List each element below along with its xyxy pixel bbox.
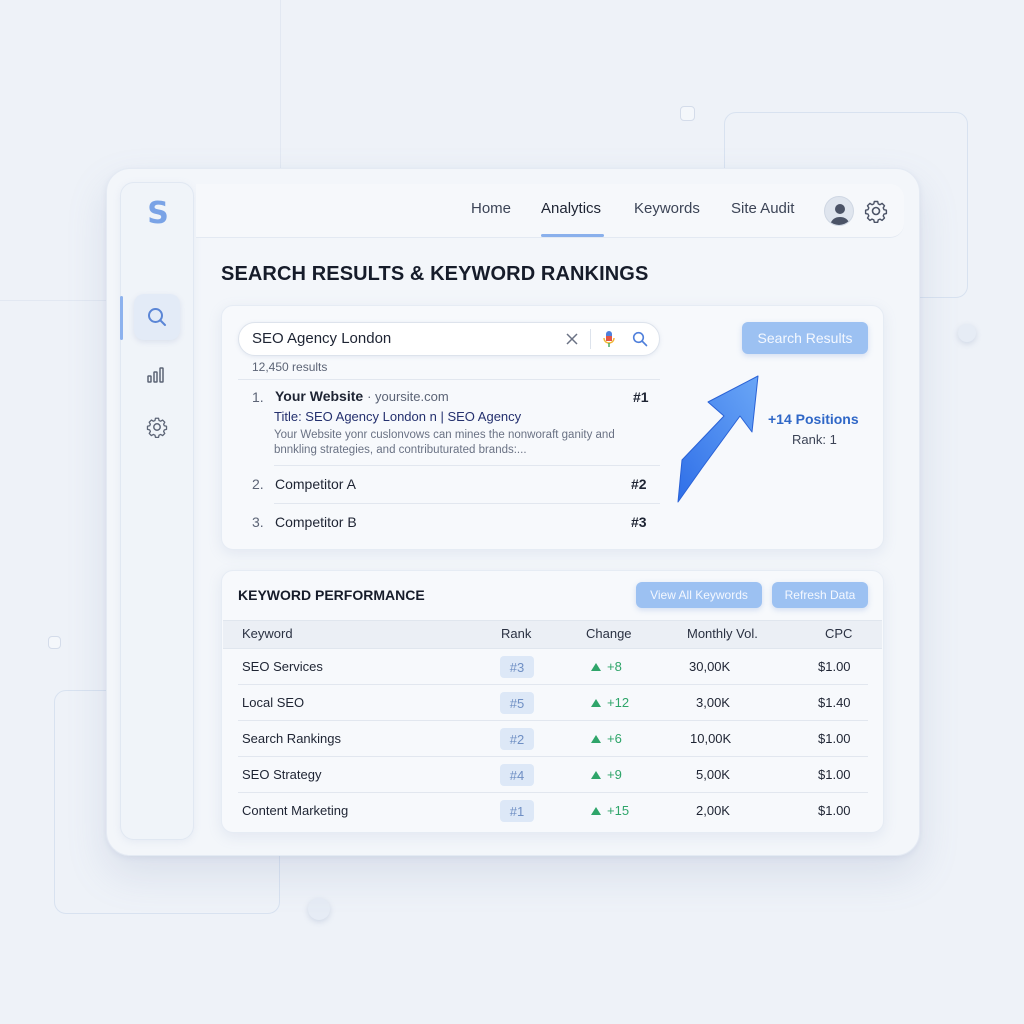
volume-cell: 30,00K bbox=[689, 659, 731, 674]
change-cell: +8 bbox=[591, 659, 622, 674]
result-rank: #2 bbox=[631, 476, 647, 492]
nav-home[interactable]: Home bbox=[471, 200, 511, 217]
result-meta-title: Title: SEO Agency London n | SEO Agency bbox=[274, 409, 522, 424]
background-square bbox=[48, 636, 61, 649]
column-header-monthly-volume: Monthly Vol. bbox=[687, 626, 758, 641]
sidebar-item-settings[interactable] bbox=[134, 404, 180, 450]
rank-badge: #5 bbox=[500, 692, 534, 714]
result-title[interactable]: Competitor A bbox=[275, 476, 356, 492]
result-number: 3. bbox=[252, 514, 264, 530]
cpc-cell: $1.00 bbox=[818, 767, 851, 782]
page-title: SEARCH RESULTS & KEYWORD RANKINGS bbox=[221, 263, 649, 285]
results-count: 12,450 results bbox=[252, 360, 328, 374]
change-value: +8 bbox=[607, 659, 622, 674]
change-value: +6 bbox=[607, 731, 622, 746]
keyword-cell[interactable]: Search Rankings bbox=[242, 731, 341, 746]
table-row-divider bbox=[238, 792, 868, 793]
column-header-keyword: Keyword bbox=[242, 626, 293, 641]
search-icon[interactable] bbox=[632, 331, 648, 347]
volume-cell: 2,00K bbox=[696, 803, 730, 818]
change-value: +12 bbox=[607, 695, 630, 710]
divider bbox=[274, 465, 660, 466]
rank-badge: #2 bbox=[500, 728, 534, 750]
background-line bbox=[280, 0, 281, 170]
column-header-cpc: CPC bbox=[825, 626, 853, 641]
cpc-cell: $1.00 bbox=[818, 803, 851, 818]
refresh-data-button[interactable]: Refresh Data bbox=[772, 582, 868, 608]
keyword-performance-card bbox=[221, 570, 884, 833]
current-rank: Rank: 1 bbox=[792, 432, 837, 447]
result-rank: #3 bbox=[631, 514, 647, 530]
nav-analytics[interactable]: Analytics bbox=[541, 200, 601, 217]
change-cell: +12 bbox=[591, 695, 629, 710]
background-square bbox=[680, 106, 695, 121]
search-query: SEO Agency London bbox=[252, 330, 392, 347]
change-value: +15 bbox=[607, 803, 630, 818]
volume-cell: 3,00K bbox=[696, 695, 730, 710]
column-header-rank: Rank bbox=[501, 626, 532, 641]
gear-icon bbox=[146, 417, 168, 438]
background-dot bbox=[308, 898, 330, 920]
sidebar-item-search[interactable] bbox=[134, 294, 180, 340]
view-all-keywords-button[interactable]: View All Keywords bbox=[636, 582, 762, 608]
search-bar-separator bbox=[590, 329, 591, 349]
change-cell: +15 bbox=[591, 803, 629, 818]
keyword-cell[interactable]: Content Marketing bbox=[242, 803, 348, 818]
nav-site-audit[interactable]: Site Audit bbox=[731, 200, 794, 217]
result-title[interactable]: Competitor B bbox=[275, 514, 357, 530]
change-value: +9 bbox=[607, 767, 622, 782]
rank-badge: #4 bbox=[500, 764, 534, 786]
divider bbox=[274, 503, 660, 504]
search-icon bbox=[148, 308, 166, 326]
result-number: 2. bbox=[252, 476, 264, 492]
column-header-change: Change bbox=[586, 626, 632, 641]
rank-badge: #3 bbox=[500, 656, 534, 678]
change-cell: +6 bbox=[591, 731, 622, 746]
background-dot bbox=[958, 324, 976, 342]
bar-chart-icon bbox=[147, 367, 164, 383]
trend-arrow-icon bbox=[677, 375, 759, 503]
up-arrow-icon bbox=[591, 734, 601, 743]
keyword-cell[interactable]: SEO Services bbox=[242, 659, 323, 674]
nav-active-underline bbox=[541, 234, 604, 237]
up-arrow-icon bbox=[591, 698, 601, 707]
result-title[interactable]: Your Website · yoursite.com bbox=[275, 388, 449, 404]
sidebar bbox=[120, 182, 194, 840]
result-url: · yoursite.com bbox=[367, 389, 449, 404]
cpc-cell: $1.40 bbox=[818, 695, 851, 710]
up-arrow-icon bbox=[591, 806, 601, 815]
cpc-cell: $1.00 bbox=[818, 659, 851, 674]
settings-gear-icon[interactable] bbox=[864, 199, 888, 223]
result-description: Your Website yonr cuslonvows can mines t… bbox=[274, 429, 615, 456]
sidebar-item-analytics[interactable] bbox=[134, 350, 180, 396]
table-row-divider bbox=[238, 720, 868, 721]
nav-keywords[interactable]: Keywords bbox=[634, 200, 700, 217]
keyword-cell[interactable]: SEO Strategy bbox=[242, 767, 321, 782]
close-icon[interactable] bbox=[566, 333, 578, 345]
microphone-icon[interactable] bbox=[602, 330, 616, 348]
position-change: +14 Positions bbox=[768, 411, 859, 427]
sidebar-active-indicator bbox=[120, 296, 123, 340]
result-site-name: Your Website bbox=[275, 388, 364, 404]
up-arrow-icon bbox=[591, 662, 601, 671]
rank-badge: #1 bbox=[500, 800, 534, 822]
volume-cell: 5,00K bbox=[696, 767, 730, 782]
volume-cell: 10,00K bbox=[690, 731, 732, 746]
app-logo: S bbox=[147, 196, 169, 231]
result-number: 1. bbox=[252, 389, 264, 405]
change-cell: +9 bbox=[591, 767, 622, 782]
background-line bbox=[0, 300, 110, 301]
cpc-cell: $1.00 bbox=[818, 731, 851, 746]
search-results-button[interactable]: Search Results bbox=[742, 322, 868, 354]
up-arrow-icon bbox=[591, 770, 601, 779]
user-avatar[interactable] bbox=[824, 196, 854, 226]
divider bbox=[238, 379, 660, 380]
table-row-divider bbox=[238, 756, 868, 757]
result-rank: #1 bbox=[633, 389, 649, 405]
keyword-performance-title: KEYWORD PERFORMANCE bbox=[238, 587, 425, 603]
table-header bbox=[223, 620, 882, 649]
table-row-divider bbox=[238, 684, 868, 685]
keyword-cell[interactable]: Local SEO bbox=[242, 695, 304, 710]
